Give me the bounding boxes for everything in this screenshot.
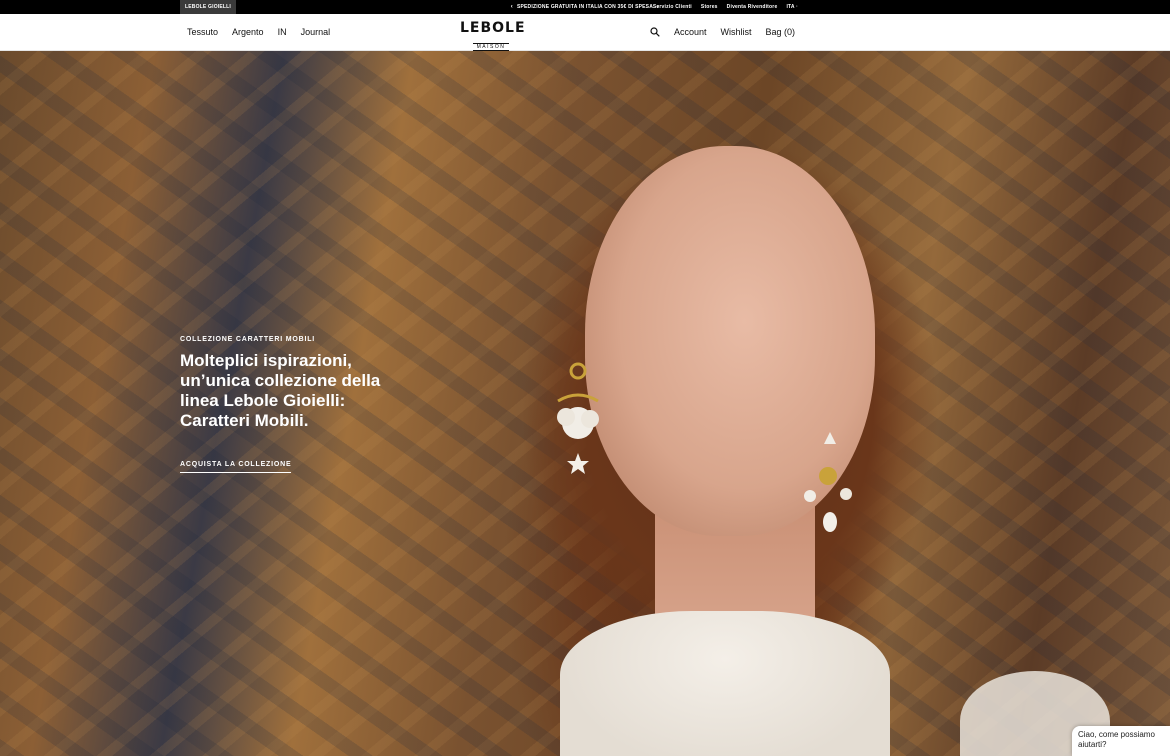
customer-service-link[interactable]: Servizio Clienti bbox=[653, 4, 692, 10]
logo-wordmark: LEBOLE bbox=[460, 20, 526, 36]
nav-item-argento[interactable]: Argento bbox=[232, 27, 264, 37]
brand-tab-gioielli[interactable]: LEBOLE GIOIELLI bbox=[180, 0, 236, 14]
site-logo[interactable]: LEBOLE MAISON bbox=[460, 20, 526, 53]
main-header: Tessuto Argento IN Journal LEBOLE MAISON… bbox=[0, 14, 1170, 51]
promo-banner: ‹ SPEDIZIONE GRATUITA IN ITALIA CON 35€ … bbox=[0, 0, 1170, 14]
chat-widget[interactable]: Ciao, come possiamo aiutarti? bbox=[1072, 726, 1170, 756]
earring-right-icon bbox=[804, 432, 852, 532]
wishlist-link[interactable]: Wishlist bbox=[721, 27, 752, 37]
top-utility-bar: ‹ SPEDIZIONE GRATUITA IN ITALIA CON 35€ … bbox=[0, 0, 1170, 14]
logo-subtitle: MAISON bbox=[472, 43, 510, 51]
promo-prev-icon[interactable]: ‹ bbox=[511, 4, 513, 10]
hero-headline: Molteplici ispirazioni, un’unica collezi… bbox=[180, 351, 381, 430]
shop-collection-link[interactable]: ACQUISTA LA COLLEZIONE bbox=[180, 461, 292, 473]
lace-blouse bbox=[560, 611, 890, 756]
promo-text: SPEDIZIONE GRATUITA IN ITALIA CON 35€ DI… bbox=[516, 4, 654, 10]
bag-link[interactable]: Bag (0) bbox=[766, 27, 796, 37]
account-link[interactable]: Account bbox=[674, 27, 707, 37]
language-selector[interactable]: ITA · bbox=[786, 4, 798, 10]
primary-nav: Tessuto Argento IN Journal bbox=[187, 14, 330, 50]
earring-left-icon bbox=[557, 362, 599, 474]
search-icon[interactable] bbox=[650, 27, 660, 37]
hero-copy: COLLEZIONE CARATTERI MOBILI Molteplici i… bbox=[180, 336, 400, 473]
nav-item-journal[interactable]: Journal bbox=[301, 27, 331, 37]
stores-link[interactable]: Stores bbox=[701, 4, 718, 10]
nav-item-in[interactable]: IN bbox=[278, 27, 287, 37]
account-nav: Account Wishlist Bag (0) bbox=[650, 14, 795, 50]
collection-eyebrow: COLLEZIONE CARATTERI MOBILI bbox=[180, 336, 316, 343]
hero-banner: COLLEZIONE CARATTERI MOBILI Molteplici i… bbox=[0, 51, 1170, 756]
nav-item-tessuto[interactable]: Tessuto bbox=[187, 27, 218, 37]
become-reseller-link[interactable]: Diventa Rivenditore bbox=[727, 4, 778, 10]
utility-links: Servizio Clienti Stores Diventa Rivendit… bbox=[653, 0, 798, 14]
